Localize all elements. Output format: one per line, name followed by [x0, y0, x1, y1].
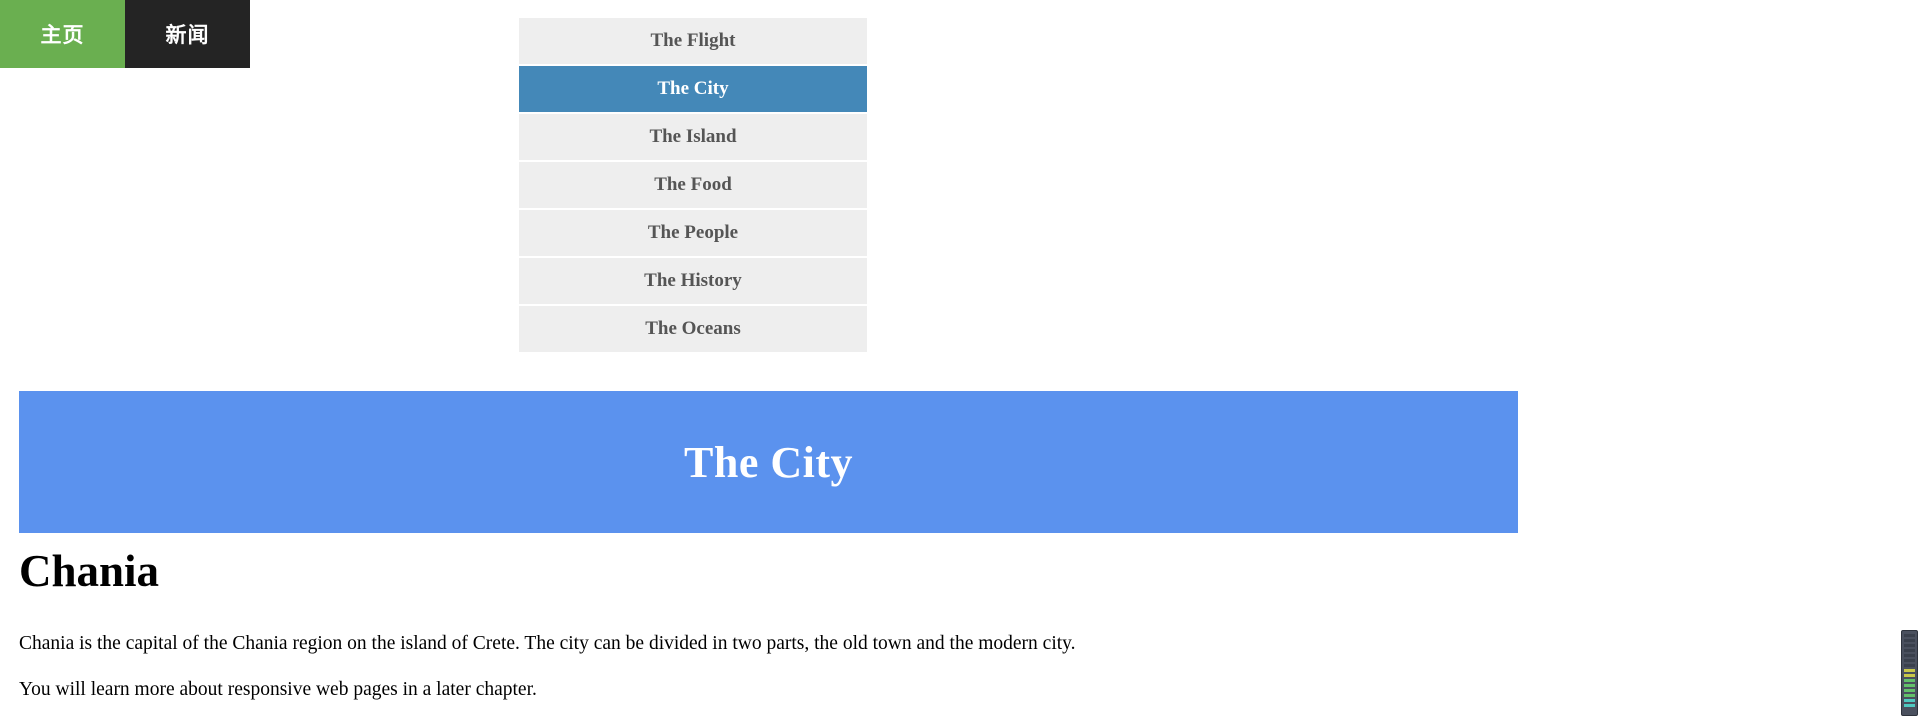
- tab-news-label: 新闻: [165, 23, 210, 47]
- nav-item-label: The Flight: [650, 30, 736, 51]
- nav-item-label: The Food: [654, 174, 732, 195]
- indicator-segment: [1904, 654, 1915, 657]
- article-content: Chania Chania is the capital of the Chan…: [19, 546, 1518, 701]
- indicator-segment: [1904, 684, 1915, 687]
- nav-item-the-city[interactable]: The City: [519, 66, 867, 112]
- nav-item-the-island[interactable]: The Island: [519, 114, 867, 160]
- indicator-segment: [1904, 699, 1915, 702]
- indicator-segment: [1904, 649, 1915, 652]
- page-title: The City: [684, 437, 853, 487]
- nav-item-label: The Island: [649, 126, 737, 147]
- page-banner: The City: [19, 391, 1518, 533]
- nav-item-label: The Oceans: [645, 318, 741, 339]
- nav-item-the-food[interactable]: The Food: [519, 162, 867, 208]
- section-nav-list: The Flight The City The Island The Food …: [519, 18, 867, 352]
- indicator-segment: [1904, 659, 1915, 662]
- article-paragraph-2: You will learn more about responsive web…: [19, 678, 537, 700]
- nav-item-the-people[interactable]: The People: [519, 210, 867, 256]
- tab-home[interactable]: 主页: [0, 0, 125, 68]
- article-heading: Chania: [19, 546, 160, 596]
- indicator-segment: [1904, 674, 1915, 677]
- nav-item-label: The People: [647, 222, 739, 243]
- nav-item-label: The History: [644, 270, 742, 291]
- tab-home-label: 主页: [40, 23, 85, 47]
- indicator-segment: [1904, 639, 1915, 642]
- indicator-segment: [1904, 669, 1915, 672]
- nav-item-label: The City: [657, 78, 729, 99]
- indicator-segment: [1904, 694, 1915, 697]
- indicator-segment: [1904, 634, 1915, 637]
- tab-news[interactable]: 新闻: [125, 0, 250, 68]
- nav-item-the-flight[interactable]: The Flight: [519, 18, 867, 64]
- indicator-segment: [1904, 689, 1915, 692]
- indicator-segment: [1904, 679, 1915, 682]
- indicator-segment: [1904, 664, 1915, 667]
- indicator-segment: [1904, 644, 1915, 647]
- nav-item-the-oceans[interactable]: The Oceans: [519, 306, 867, 352]
- scroll-indicator[interactable]: [1901, 630, 1918, 716]
- top-tab-bar: 主页 新闻: [0, 0, 250, 68]
- indicator-segment: [1904, 704, 1915, 707]
- article-paragraph-1: Chania is the capital of the Chania regi…: [19, 633, 1076, 655]
- nav-item-the-history[interactable]: The History: [519, 258, 867, 304]
